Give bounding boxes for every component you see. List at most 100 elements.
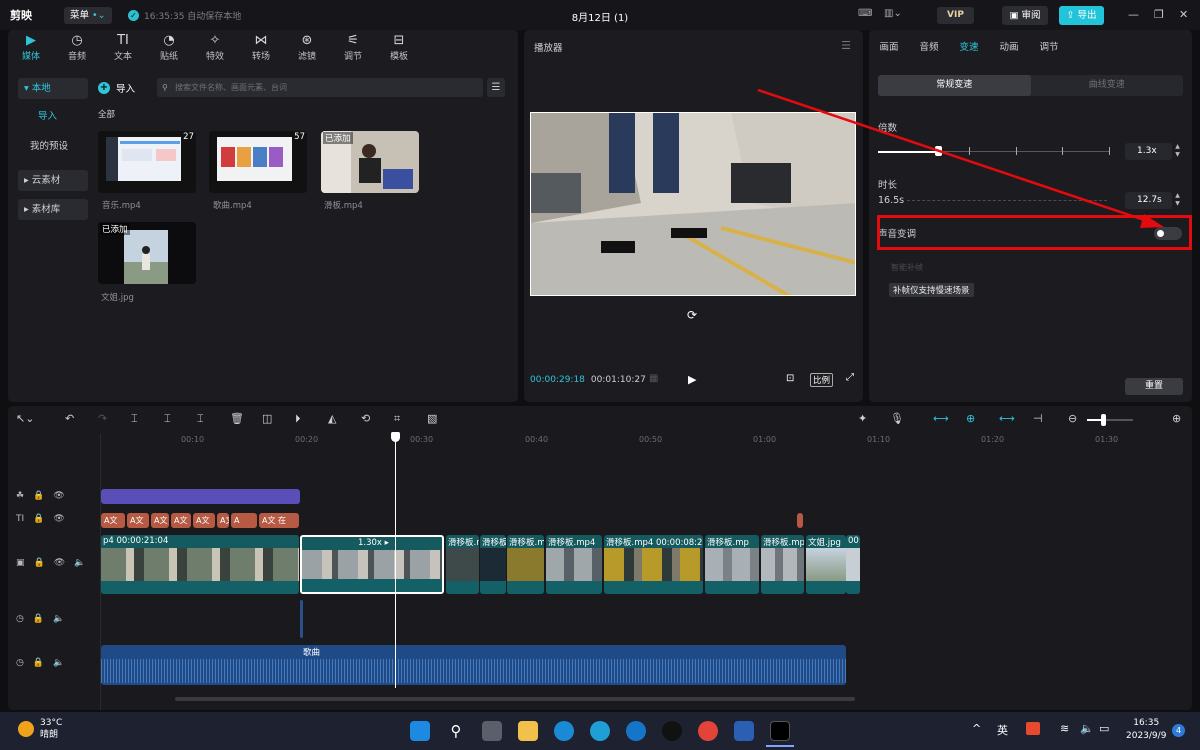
close-icon[interactable]: ✕	[1179, 8, 1188, 21]
tab-sticker[interactable]: ◔ 贴纸	[146, 30, 192, 66]
microphone-icon[interactable]: 🎙	[890, 412, 904, 425]
audio-clip[interactable]: 歌曲	[101, 645, 846, 685]
video-clip[interactable]: 滑移板.mp	[761, 535, 804, 594]
text-clip[interactable]: A文 在	[259, 513, 299, 528]
rotate-icon[interactable]: ⟳	[687, 308, 697, 322]
preview-axis-icon[interactable]: ⊣	[1033, 412, 1043, 425]
multiplier-stepper[interactable]: 1.3x	[1125, 143, 1172, 160]
doc-title[interactable]: 8月12日 (1)	[572, 13, 628, 24]
lock-icon[interactable]: 🔒	[33, 514, 44, 524]
tab-media[interactable]: ▶ 媒体	[8, 30, 54, 66]
redo-icon[interactable]: ↷	[98, 412, 107, 425]
browser-icon[interactable]	[590, 721, 610, 741]
sidebar-item-local[interactable]: ▾ 本地	[18, 78, 88, 99]
battery-icon[interactable]: ▭	[1099, 722, 1109, 735]
zoom-fit-icon[interactable]: ⊡	[786, 373, 794, 384]
delete-icon[interactable]: 🗑	[230, 412, 244, 425]
wifi-icon[interactable]: ≋	[1060, 722, 1069, 735]
text-clip[interactable]: A	[231, 513, 257, 528]
rotate-icon[interactable]: ⟲	[361, 412, 370, 425]
tab-transition[interactable]: ⋈ 转场	[238, 30, 284, 66]
notification-badge[interactable]: 4	[1172, 724, 1185, 737]
video-clip[interactable]: 滑移板	[480, 535, 506, 594]
reset-button[interactable]: 重置	[1125, 378, 1183, 395]
ratio-button[interactable]: 比例	[810, 373, 834, 387]
minimize-icon[interactable]: —	[1128, 8, 1139, 21]
menu-button[interactable]: 菜单 •⌄	[64, 7, 112, 24]
text-clip[interactable]	[797, 513, 803, 528]
timeline-ruler[interactable]: 00:10 00:20 00:30 00:40 00:50 01:00 01:1…	[101, 434, 1192, 448]
lock-icon[interactable]: 🔒	[33, 491, 44, 501]
media-item[interactable]: 57	[209, 131, 307, 193]
tab-adjust[interactable]: ⚟ 调节	[330, 30, 376, 66]
edge-icon[interactable]	[554, 721, 574, 741]
eye-icon[interactable]: 👁	[53, 491, 64, 501]
link-icon[interactable]: ⟷	[933, 412, 949, 425]
duration-stepper[interactable]: 12.7s	[1125, 192, 1172, 209]
mirror-icon[interactable]: ◭	[328, 412, 336, 425]
tab-filter[interactable]: ⊛ 滤镜	[284, 30, 330, 66]
timeline-scrollbar[interactable]	[175, 697, 855, 701]
stepper-arrows-icon[interactable]: ▲ ▼	[1172, 143, 1183, 160]
review-button[interactable]: ▣ 审阅	[1002, 6, 1048, 25]
mute-icon[interactable]: 🔈	[53, 614, 64, 624]
sidebar-item-library[interactable]: ▸ 素材库	[18, 199, 88, 220]
text-clip[interactable]: A文	[127, 513, 149, 528]
media-item[interactable]: 已添加	[321, 131, 419, 193]
menu-icon[interactable]: ☰	[841, 39, 851, 52]
chrome-icon[interactable]	[698, 721, 718, 741]
eye-icon[interactable]: 👁	[53, 514, 64, 524]
curve-speed-tab[interactable]: 曲线变速	[1031, 75, 1184, 96]
stepper-arrows-icon[interactable]: ▲ ▼	[1172, 192, 1183, 209]
video-preview[interactable]	[530, 112, 856, 296]
snap-icon[interactable]: ⊕	[966, 412, 975, 425]
lock-icon[interactable]: 🔒	[33, 614, 44, 624]
tab-text[interactable]: TI 文本	[100, 30, 146, 66]
ime-indicator[interactable]: 英	[997, 722, 1008, 738]
tab-audio[interactable]: 音频	[909, 30, 949, 65]
mute-icon[interactable]: 🔈	[53, 658, 64, 668]
tab-animation[interactable]: 动画	[989, 30, 1029, 65]
sidebar-item-presets[interactable]: 我的预设	[18, 132, 88, 162]
audio-marker-clip[interactable]	[300, 600, 303, 638]
crop-icon[interactable]: ⌗	[394, 412, 400, 426]
chevron-up-icon[interactable]: ^	[972, 722, 981, 735]
media-item[interactable]: 已添加	[98, 222, 196, 284]
grid-icon[interactable]: ▦	[649, 373, 658, 384]
weather-widget[interactable]: 33°C 晴朗	[18, 717, 62, 741]
import-button[interactable]: + 导入	[98, 79, 135, 97]
search-icon[interactable]: ⚲	[446, 721, 466, 741]
tab-picture[interactable]: 画面	[869, 30, 909, 65]
video-clip[interactable]: p4 00:00:21:04	[101, 535, 299, 594]
mute-icon[interactable]: 🔈	[74, 558, 85, 568]
selected-video-clip[interactable]: 1.30x ▸	[300, 535, 444, 594]
tab-effects[interactable]: ✧ 特效	[192, 30, 238, 66]
text-clip[interactable]: A文	[151, 513, 169, 528]
media-item[interactable]: 27	[98, 131, 196, 193]
tab-speed[interactable]: 变速	[949, 30, 989, 65]
tab-adjust[interactable]: 调节	[1029, 30, 1069, 65]
linkage-icon[interactable]: ⟷	[999, 412, 1015, 425]
effect-clip[interactable]	[101, 489, 300, 504]
video-clip[interactable]: 滑移板.mp4 00:00:08:2	[604, 535, 703, 594]
qq-icon[interactable]	[662, 721, 682, 741]
split-left-icon[interactable]: ⌶	[164, 412, 171, 426]
normal-speed-tab[interactable]: 常规变速	[878, 75, 1031, 96]
windows-start-icon[interactable]	[410, 721, 430, 741]
cursor-icon[interactable]: ↖⌄	[16, 412, 34, 425]
text-clip[interactable]: A文	[101, 513, 125, 528]
lock-icon[interactable]: 🔒	[33, 658, 44, 668]
layout-icon[interactable]: ▥⌄	[884, 8, 902, 19]
system-clock[interactable]: 16:35 2023/9/9	[1126, 717, 1166, 743]
freeze-icon[interactable]: ◫	[262, 412, 272, 425]
video-clip[interactable]: 滑移板.m	[507, 535, 544, 594]
search-input[interactable]: ⚲ 搜索文件名称、画面元素、台词	[157, 78, 483, 97]
eye-icon[interactable]: 👁	[54, 558, 65, 568]
undo-icon[interactable]: ↶	[65, 412, 74, 425]
zoom-out-icon[interactable]: ⊖	[1068, 412, 1077, 425]
text-clip[interactable]: A文	[171, 513, 191, 528]
task-view-icon[interactable]	[482, 721, 502, 741]
video-clip[interactable]: 文姐.jpg	[806, 535, 846, 594]
fullscreen-icon[interactable]: ⤢	[846, 372, 854, 383]
video-clip[interactable]: 滑移板.mp	[705, 535, 759, 594]
